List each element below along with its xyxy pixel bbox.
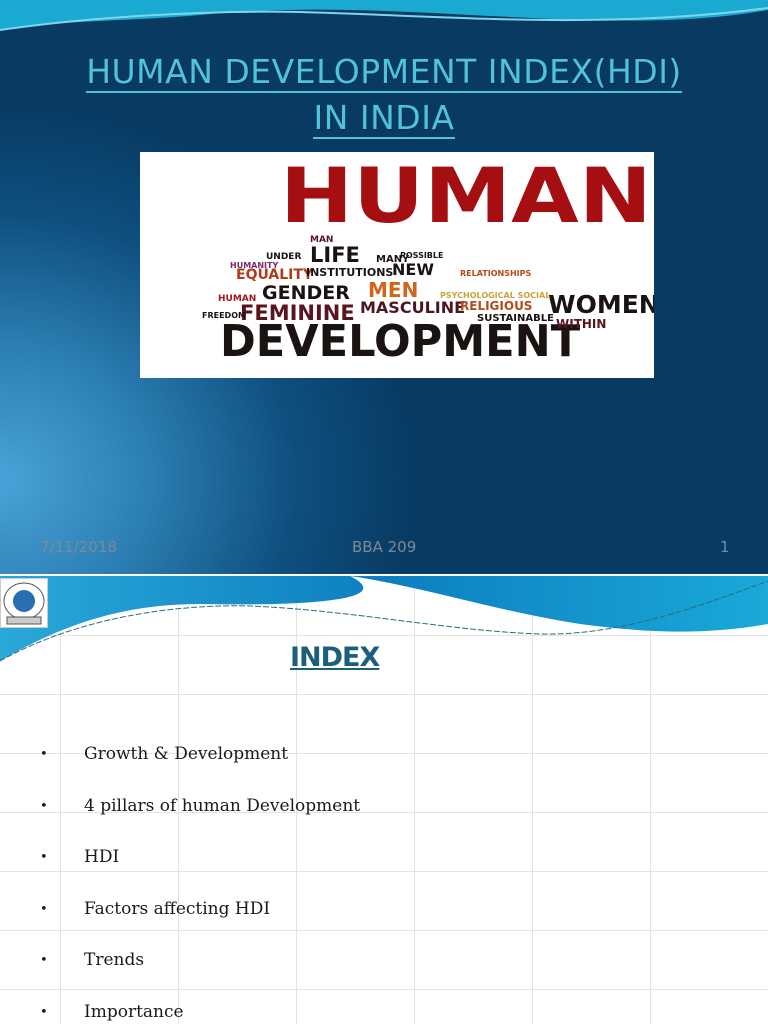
slide-title-line2: IN INDIA bbox=[313, 98, 455, 139]
footer-course: BBA 209 bbox=[352, 538, 417, 556]
slide-title-line1: HUMAN DEVELOPMENT INDEX(HDI) bbox=[86, 52, 682, 93]
list-item: • HDI bbox=[40, 847, 120, 867]
slide-1: HUMAN DEVELOPMENT INDEX(HDI) IN INDIA HU… bbox=[0, 0, 768, 574]
list-item: • Factors affecting HDI bbox=[40, 898, 271, 919]
index-list: • Growth & Development • 4 pillars of huma… bbox=[40, 744, 360, 1024]
list-item: • Importance bbox=[40, 1001, 184, 1022]
slide-2: INDEX • Growth & Development • 4 pillars o… bbox=[0, 576, 768, 1024]
list-item: • Growth & Development bbox=[40, 744, 289, 764]
footer-date: 7/11/2018 bbox=[40, 538, 117, 556]
slide-number: 1 bbox=[720, 538, 730, 556]
decorative-wave bbox=[0, 576, 768, 662]
institution-logo bbox=[0, 578, 48, 628]
decorative-wave bbox=[0, 0, 768, 31]
index-title: INDEX bbox=[290, 642, 380, 673]
list-item: • Trends bbox=[40, 950, 145, 970]
word-cloud-image: HUMAN DEVELOPMENT WOMEN FEMININE GENDER … bbox=[140, 152, 654, 378]
list-item: • 4 pillars of human Development bbox=[40, 795, 361, 816]
